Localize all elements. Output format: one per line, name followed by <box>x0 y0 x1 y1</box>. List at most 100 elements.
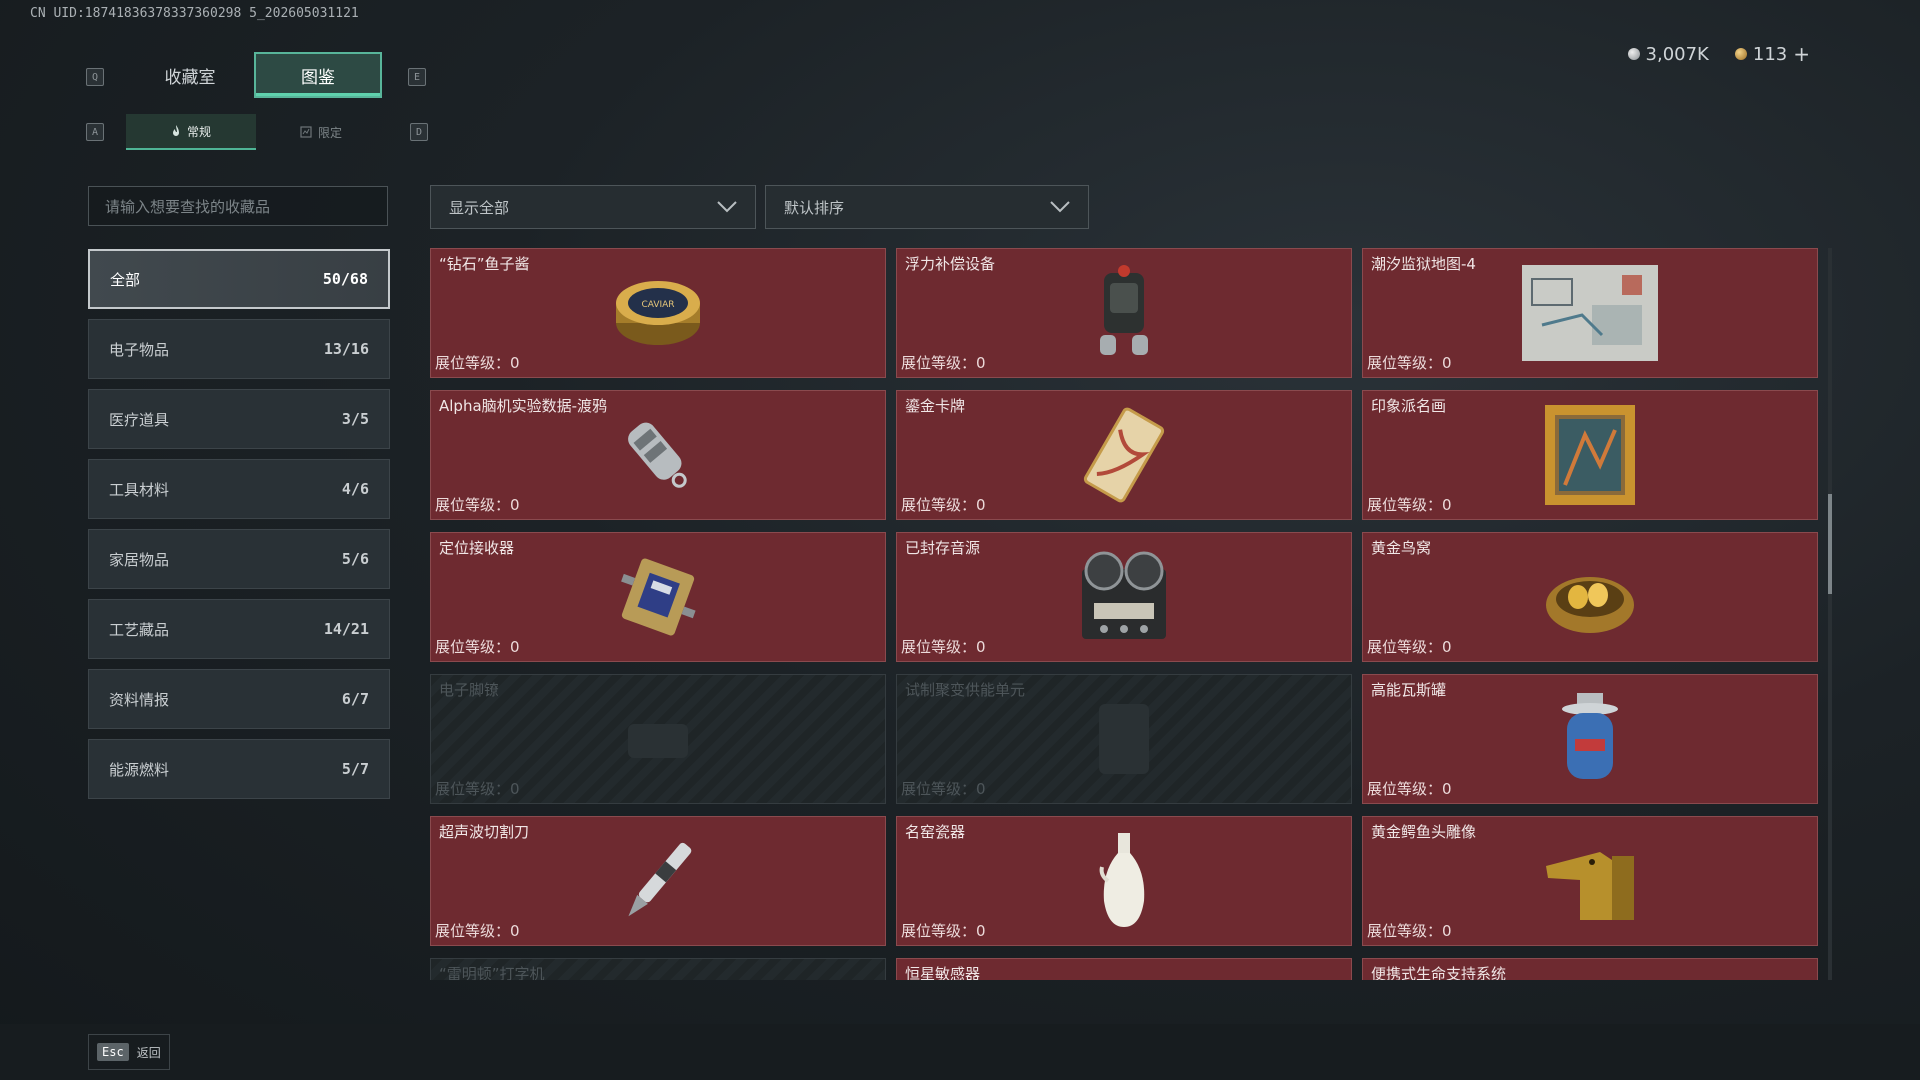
item-card[interactable]: 潮汐监狱地图-4 展位等级：0 <box>1362 248 1818 378</box>
fusion-cell-icon <box>1099 704 1149 774</box>
level-value: 0 <box>1442 780 1452 798</box>
category-label: 电子物品 <box>109 340 170 359</box>
subtab-limited[interactable]: 限定 <box>256 114 386 150</box>
item-card[interactable]: 黄金鳄鱼头雕像 展位等级：0 <box>1362 816 1818 946</box>
svg-text:CAVIAR: CAVIAR <box>641 300 674 310</box>
caviar-icon: CAVIAR <box>616 281 700 345</box>
subtab-regular[interactable]: 常规 <box>126 114 256 150</box>
item-name: 定位接收器 <box>439 539 515 557</box>
item-level: 展位等级：0 <box>435 920 520 941</box>
item-level: 展位等级：0 <box>901 778 986 799</box>
level-value: 0 <box>1442 638 1452 656</box>
uid-label: CN UID:18741836378337360298 5_2026050311… <box>30 6 359 21</box>
tab-catalog[interactable]: 图鉴 <box>254 52 382 98</box>
item-level: 展位等级：0 <box>435 352 520 373</box>
item-card-locked[interactable]: 电子脚镣 展位等级：0 <box>430 674 886 804</box>
subtab-limited-label: 限定 <box>317 125 342 140</box>
item-name: 潮汐监狱地图-4 <box>1371 255 1476 273</box>
item-card[interactable]: “钻石”鱼子酱 CAVIAR 展位等级：0 <box>430 248 886 378</box>
filter-value: 显示全部 <box>449 198 510 217</box>
item-name: “雷明顿”打字机 <box>439 965 545 980</box>
level-label: 展位等级： <box>1367 922 1443 940</box>
level-value: 0 <box>976 638 986 656</box>
category-label: 工具材料 <box>109 480 170 499</box>
level-value: 0 <box>510 496 520 514</box>
category-label: 资料情报 <box>109 690 170 709</box>
item-name: 印象派名画 <box>1371 397 1447 415</box>
tab-collection-room[interactable]: 收藏室 <box>126 52 254 98</box>
item-card-locked[interactable]: “雷明顿”打字机 <box>430 958 886 980</box>
category-household[interactable]: 家居物品 5/6 <box>88 529 390 589</box>
painting-icon <box>1545 405 1635 505</box>
sort-dropdown[interactable]: 默认排序 <box>765 185 1089 229</box>
item-level: 展位等级：0 <box>1367 636 1452 657</box>
category-intel[interactable]: 资料情报 6/7 <box>88 669 390 729</box>
vase-icon <box>1099 833 1145 927</box>
item-card[interactable]: 名窑瓷器 展位等级：0 <box>896 816 1352 946</box>
level-label: 展位等级： <box>435 638 511 656</box>
item-card[interactable]: 浮力补偿设备 展位等级：0 <box>896 248 1352 378</box>
level-value: 0 <box>976 354 986 372</box>
category-crafts[interactable]: 工艺藏品 14/21 <box>88 599 390 659</box>
sub-tabs: 常规 限定 <box>126 114 386 150</box>
level-label: 展位等级： <box>435 496 511 514</box>
item-level: 展位等级：0 <box>901 494 986 515</box>
back-button[interactable]: Esc 返回 <box>88 1034 170 1070</box>
level-label: 展位等级： <box>1367 780 1443 798</box>
item-card[interactable]: 定位接收器 展位等级：0 <box>430 532 886 662</box>
category-count: 50/68 <box>322 270 368 288</box>
gold-currency[interactable]: 113 + <box>1734 42 1810 66</box>
item-card[interactable]: 印象派名画 展位等级：0 <box>1362 390 1818 520</box>
item-card[interactable]: 黄金鸟窝 展位等级：0 <box>1362 532 1818 662</box>
level-label: 展位等级： <box>1367 496 1443 514</box>
level-label: 展位等级： <box>901 780 977 798</box>
item-level: 展位等级：0 <box>1367 920 1452 941</box>
item-card[interactable]: 鎏金卡牌 展位等级：0 <box>896 390 1352 520</box>
search-input[interactable]: 请输入想要查找的收藏品 <box>88 186 388 226</box>
item-level: 展位等级：0 <box>901 352 986 373</box>
item-level: 展位等级：0 <box>1367 778 1452 799</box>
category-label: 能源燃料 <box>109 760 170 779</box>
category-all[interactable]: 全部 50/68 <box>88 249 390 309</box>
item-name: 黄金鸟窝 <box>1371 539 1432 557</box>
level-label: 展位等级： <box>1367 638 1443 656</box>
item-card[interactable]: Alpha脑机实验数据-渡鸦 展位等级：0 <box>430 390 886 520</box>
level-label: 展位等级： <box>1367 354 1443 372</box>
level-value: 0 <box>510 354 520 372</box>
item-card[interactable]: 已封存音源 展位等级：0 <box>896 532 1352 662</box>
scrollbar-track[interactable] <box>1828 248 1832 980</box>
item-name: 高能瓦斯罐 <box>1371 681 1447 699</box>
item-card-locked[interactable]: 试制聚变供能单元 展位等级：0 <box>896 674 1352 804</box>
flame-icon <box>172 125 179 136</box>
ankle-monitor-icon <box>628 724 688 758</box>
filter-dropdown[interactable]: 显示全部 <box>430 185 756 229</box>
scrollbar-thumb[interactable] <box>1828 494 1832 594</box>
chevron-down-icon <box>717 201 737 213</box>
category-label: 家居物品 <box>109 550 170 569</box>
category-count: 6/7 <box>341 690 369 708</box>
category-tools[interactable]: 工具材料 4/6 <box>88 459 390 519</box>
item-card[interactable]: 高能瓦斯罐 展位等级：0 <box>1362 674 1818 804</box>
category-energy[interactable]: 能源燃料 5/7 <box>88 739 390 799</box>
level-label: 展位等级： <box>901 354 977 372</box>
level-value: 0 <box>976 496 986 514</box>
item-name: 试制聚变供能单元 <box>905 681 1026 699</box>
item-grid: “钻石”鱼子酱 CAVIAR 展位等级：0 浮力补偿设备 展位等级：0 潮汐监狱… <box>430 248 1818 980</box>
item-name: 超声波切割刀 <box>439 823 530 841</box>
item-card[interactable]: 超声波切割刀 展位等级：0 <box>430 816 886 946</box>
add-currency-button[interactable]: + <box>1793 42 1810 66</box>
level-label: 展位等级： <box>901 496 977 514</box>
limited-icon <box>300 126 312 138</box>
category-medical[interactable]: 医疗道具 3/5 <box>88 389 390 449</box>
category-count: 3/5 <box>341 410 369 428</box>
key-hint-a: A <box>86 123 104 141</box>
gas-canister-icon <box>1562 693 1618 779</box>
item-name: “钻石”鱼子酱 <box>439 255 530 273</box>
item-card[interactable]: 便携式生命支持系统 <box>1362 958 1818 980</box>
category-count: 5/7 <box>341 760 369 778</box>
receiver-icon <box>621 558 696 636</box>
item-card[interactable]: 恒星敏感器 <box>896 958 1352 980</box>
category-list: 全部 50/68 电子物品 13/16 医疗道具 3/5 工具材料 4/6 家居物品 5/… <box>88 249 390 809</box>
level-label: 展位等级： <box>435 354 511 372</box>
category-electronics[interactable]: 电子物品 13/16 <box>88 319 390 379</box>
